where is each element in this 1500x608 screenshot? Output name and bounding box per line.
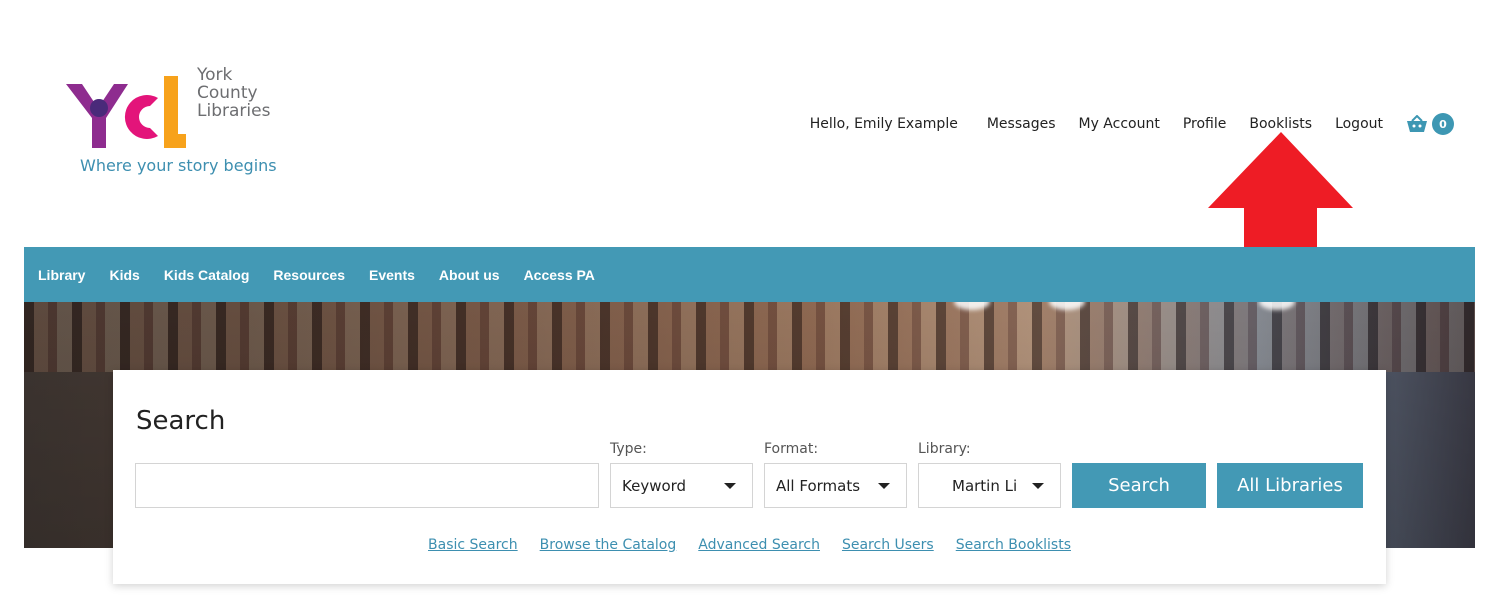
main-nav-events[interactable]: Events [369, 267, 415, 283]
link-advanced-search[interactable]: Advanced Search [698, 537, 820, 553]
library-select[interactable]: Martin Li [918, 463, 1061, 508]
user-nav: Hello, Emily Example Messages My Account… [810, 113, 1454, 135]
logo-line-2: County [197, 83, 258, 103]
search-panel: Search Type: Keyword Format: All Formats… [113, 370, 1386, 584]
logo-wordmark: York County Libraries [197, 66, 270, 120]
library-label: Library: [918, 441, 971, 457]
logo-line-1: York [197, 65, 233, 85]
main-nav-resources[interactable]: Resources [273, 267, 345, 283]
format-select[interactable]: All Formats [764, 463, 907, 508]
search-input[interactable] [135, 463, 599, 508]
link-search-booklists[interactable]: Search Booklists [956, 537, 1071, 553]
logo-line-3: Libraries [197, 101, 271, 121]
cart-button[interactable]: 0 [1406, 113, 1454, 135]
main-nav-library[interactable]: Library [38, 267, 85, 283]
search-links: Basic Search Browse the Catalog Advanced… [113, 537, 1386, 553]
search-button[interactable]: Search [1072, 463, 1206, 508]
basket-icon [1407, 115, 1427, 132]
main-nav-kids[interactable]: Kids [109, 267, 139, 283]
all-libraries-button[interactable]: All Libraries [1217, 463, 1363, 508]
link-basic-search[interactable]: Basic Search [428, 537, 518, 553]
type-select-value: Keyword [622, 476, 687, 495]
logo-tagline: Where your story begins [80, 156, 277, 175]
search-title: Search [136, 406, 226, 436]
nav-link-logout[interactable]: Logout [1335, 116, 1383, 132]
main-nav-about-us[interactable]: About us [439, 267, 500, 283]
main-nav-kids-catalog[interactable]: Kids Catalog [164, 267, 250, 283]
caret-down-icon [1032, 482, 1044, 489]
library-select-value: Martin Li [952, 476, 1018, 495]
nav-link-booklists[interactable]: Booklists [1249, 116, 1312, 132]
ycl-logo-mark-icon [66, 76, 186, 148]
cart-count-badge: 0 [1432, 113, 1454, 135]
type-select[interactable]: Keyword [610, 463, 753, 508]
link-search-users[interactable]: Search Users [842, 537, 934, 553]
user-greeting: Hello, Emily Example [809, 116, 958, 132]
format-select-value: All Formats [776, 476, 861, 495]
main-nav-bar: Library Kids Kids Catalog Resources Even… [24, 247, 1475, 302]
site-logo[interactable]: York County Libraries Where your story b… [66, 66, 286, 181]
nav-link-messages[interactable]: Messages [987, 116, 1056, 132]
main-nav-access-pa[interactable]: Access PA [524, 267, 595, 283]
format-label: Format: [764, 441, 819, 457]
nav-link-profile[interactable]: Profile [1183, 116, 1227, 132]
type-label: Type: [610, 441, 647, 457]
link-browse-catalog[interactable]: Browse the Catalog [540, 537, 677, 553]
caret-down-icon [878, 482, 890, 489]
nav-link-my-account[interactable]: My Account [1078, 116, 1159, 132]
caret-down-icon [724, 482, 736, 489]
